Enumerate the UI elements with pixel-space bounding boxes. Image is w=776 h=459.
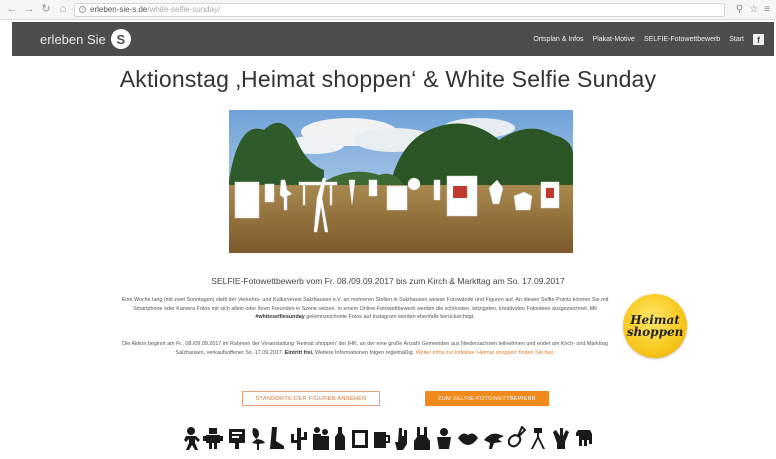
- frame-icon: [351, 430, 368, 448]
- intro-text: Eine Woche lang (mit zwei Sonntagen) ste…: [121, 297, 609, 312]
- mug-icon: [373, 432, 390, 448]
- view-locations-button[interactable]: STANDORTE DER FIGUREN ANSEHEN: [242, 391, 380, 406]
- elephant-icon: [575, 430, 592, 446]
- nav-selfie-fotowettbewerb[interactable]: SELFIE-Fotowettbewerb: [644, 36, 720, 43]
- hashtag: #whiteselfiesunday: [255, 314, 305, 320]
- logo-text: erleben Sie: [40, 31, 106, 47]
- hero-photo: [229, 110, 573, 253]
- lips-icon: [458, 433, 479, 445]
- facebook-icon[interactable]: f: [753, 33, 764, 45]
- back-icon[interactable]: ←: [6, 4, 18, 16]
- hand-icon: [395, 428, 408, 450]
- star-icon[interactable]: ☆: [749, 4, 758, 15]
- contest-subheading: SELFIE-Fotowettbewerb vom Fr. 08./09.09.…: [211, 276, 565, 286]
- bottle-icon: [335, 427, 346, 450]
- pictogram-strip: [182, 424, 594, 452]
- sign-icon: [228, 429, 245, 449]
- nav-plakat-motive[interactable]: Plakat-Motive: [593, 36, 635, 43]
- crocodile-icon: [483, 433, 504, 449]
- rabbit-icon: [413, 427, 430, 450]
- url-domain: erleben-sie-s.de: [90, 5, 148, 14]
- hand-wave-icon: [552, 428, 569, 449]
- browser-toolbar: ← → ↻ ⌂ i erleben-sie-s.de/white-selfie-…: [0, 0, 776, 20]
- site-logo[interactable]: erleben Sie S: [40, 29, 131, 49]
- nav-start[interactable]: Start: [729, 36, 744, 43]
- gingerbread-man-icon: [184, 427, 200, 450]
- robot-icon: [203, 428, 224, 449]
- home-icon[interactable]: ⌂: [57, 4, 69, 16]
- intro-text-end: gekennzeichnete Fotos auf Instagram werd…: [306, 314, 475, 320]
- heimat-shoppen-info-link[interactable]: Weiter Infos zur Initiative 'Heimat shop…: [416, 350, 555, 356]
- guitar-icon: [507, 426, 526, 448]
- reload-icon[interactable]: ↻: [40, 4, 52, 16]
- forward-icon[interactable]: →: [23, 4, 35, 16]
- main-nav: Ortsplan & Infos Plakat-Motive SELFIE-Fo…: [533, 33, 764, 45]
- details-paragraph: Die Aktion beginnt am Fr., 08./09.09.201…: [110, 340, 620, 357]
- selfie-contest-button[interactable]: ZUM SELFIE-FOTOWETTBEWERB: [425, 391, 549, 406]
- heimat-shoppen-badge: Heimat shoppen: [623, 294, 687, 358]
- boot-icon: [270, 427, 285, 449]
- nav-ortsplan[interactable]: Ortsplan & Infos: [533, 36, 583, 43]
- badge-line-2: shoppen: [626, 325, 684, 339]
- details-text-more: Weitere Informationen folgen regelmäßig.: [315, 349, 415, 356]
- squirrel-icon: [436, 428, 451, 449]
- address-bar[interactable]: i erleben-sie-s.de/white-selfie-sunday/: [74, 2, 725, 17]
- logo-mark-icon: S: [110, 29, 131, 49]
- url-path: /white-selfie-sunday/: [147, 5, 221, 14]
- page-title: Aktionstag ‚Heimat shoppen‘ & White Self…: [119, 66, 657, 92]
- zoom-icon[interactable]: ⚲: [736, 4, 743, 15]
- figures-icon: [312, 427, 329, 450]
- intro-paragraph: Eine Woche lang (mit zwei Sonntagen) ste…: [110, 296, 620, 322]
- tripod-icon: [531, 428, 546, 449]
- info-icon[interactable]: i: [79, 6, 86, 13]
- entry-free-text: Eintritt frei.: [284, 349, 314, 356]
- cactus-icon: [290, 428, 307, 450]
- site-header: erleben Sie S Ortsplan & Infos Plakat-Mo…: [12, 22, 774, 56]
- flamingo-icon: [251, 428, 265, 450]
- menu-icon[interactable]: ≡: [764, 4, 770, 15]
